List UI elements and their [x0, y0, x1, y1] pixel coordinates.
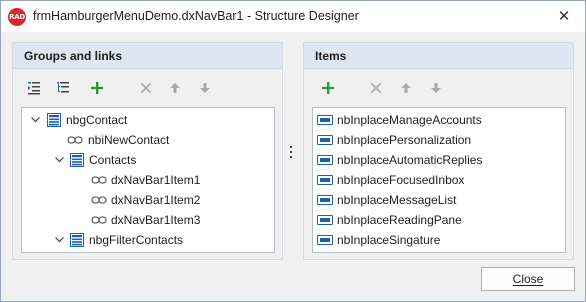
collapse-all-icon[interactable]: [25, 79, 43, 97]
expand-all-icon[interactable]: [54, 79, 72, 97]
groups-tree[interactable]: nbgContact nbiNewContact Contacts dxNavB…: [21, 107, 275, 253]
list-item-label: nbInplaceReadingPane: [337, 213, 462, 227]
list-item[interactable]: nbInplaceFocusedInbox: [313, 170, 565, 190]
list-item[interactable]: nbInplaceReadingPane: [313, 210, 565, 230]
tree-node-group[interactable]: Contacts: [22, 150, 274, 170]
window-close-icon[interactable]: ✕: [555, 7, 573, 25]
delete-icon[interactable]: [367, 79, 385, 97]
list-item[interactable]: nbInplaceManageAccounts: [313, 110, 565, 130]
groups-panel-header: Groups and links: [13, 43, 282, 69]
link-icon: [90, 173, 108, 187]
items-list[interactable]: nbInplaceManageAccounts nbInplacePersona…: [312, 107, 566, 253]
groups-toolbar: [13, 69, 282, 105]
group-icon: [45, 113, 63, 127]
chevron-down-icon[interactable]: [30, 115, 40, 125]
tree-node-group[interactable]: nbgFilterContacts: [22, 230, 274, 250]
inplace-item-icon: [317, 135, 333, 145]
items-panel: Items nbInplaceManageAccounts nbInplaceP…: [303, 42, 574, 260]
structure-designer-window: RAD frmHamburgerMenuDemo.dxNavBar1 - Str…: [0, 0, 586, 302]
list-item-label: nbInplaceSingature: [337, 233, 441, 247]
move-down-icon[interactable]: [427, 79, 445, 97]
tree-node-link[interactable]: dxNavBar1Item3: [22, 210, 274, 230]
tree-node-link[interactable]: dxNavBar1Item1: [22, 170, 274, 190]
tree-node-label: dxNavBar1Item3: [111, 213, 201, 227]
tree-node-label: dxNavBar1Item1: [111, 173, 201, 187]
list-item-label: nbInplaceManageAccounts: [337, 113, 482, 127]
items-panel-header: Items: [304, 43, 573, 69]
tree-node-link[interactable]: nbiNewContact: [22, 130, 274, 150]
add-icon[interactable]: [88, 79, 106, 97]
move-up-icon[interactable]: [397, 79, 415, 97]
group-icon: [68, 153, 86, 167]
chevron-down-icon[interactable]: [54, 155, 64, 165]
chevron-down-icon[interactable]: [54, 235, 64, 245]
delete-icon[interactable]: [137, 79, 155, 97]
link-icon: [66, 133, 84, 147]
link-icon: [90, 213, 108, 227]
list-item-label: nbInplaceMessageList: [337, 193, 457, 207]
list-item[interactable]: nbInplaceAutomaticReplies: [313, 150, 565, 170]
group-icon: [68, 233, 86, 247]
close-button[interactable]: Close: [481, 267, 575, 291]
list-item[interactable]: nbInplaceSingature: [313, 230, 565, 250]
inplace-item-icon: [317, 115, 333, 125]
tree-node-label: nbiNewContact: [88, 133, 170, 147]
inplace-item-icon: [317, 235, 333, 245]
list-item-label: nbInplaceAutomaticReplies: [337, 153, 483, 167]
inplace-item-icon: [317, 215, 333, 225]
inplace-item-icon: [317, 195, 333, 205]
items-toolbar: [304, 69, 573, 105]
tree-node-label: dxNavBar1Item2: [111, 193, 201, 207]
tree-node-label: nbgContact: [66, 113, 128, 127]
move-up-icon[interactable]: [166, 79, 184, 97]
window-title: frmHamburgerMenuDemo.dxNavBar1 - Structu…: [33, 9, 359, 23]
title-bar: RAD frmHamburgerMenuDemo.dxNavBar1 - Str…: [1, 1, 585, 32]
close-button-label: Close: [512, 272, 544, 286]
add-icon[interactable]: [319, 79, 337, 97]
list-item-label: nbInplacePersonalization: [337, 133, 472, 147]
groups-and-links-panel: Groups and links nbgContact nbiNewContac…: [12, 42, 283, 260]
link-icon: [90, 193, 108, 207]
inplace-item-icon: [317, 155, 333, 165]
tree-node-label: nbgFilterContacts: [89, 233, 184, 247]
panel-splitter[interactable]: [289, 146, 293, 158]
tree-node-link[interactable]: dxNavBar1Item2: [22, 190, 274, 210]
list-item-label: nbInplaceFocusedInbox: [337, 173, 465, 187]
move-down-icon[interactable]: [196, 79, 214, 97]
list-item[interactable]: nbInplacePersonalization: [313, 130, 565, 150]
rad-app-icon: RAD: [8, 8, 26, 26]
inplace-item-icon: [317, 175, 333, 185]
tree-node-label: Contacts: [89, 153, 137, 167]
tree-node-group[interactable]: nbgContact: [22, 110, 274, 130]
list-item[interactable]: nbInplaceMessageList: [313, 190, 565, 210]
